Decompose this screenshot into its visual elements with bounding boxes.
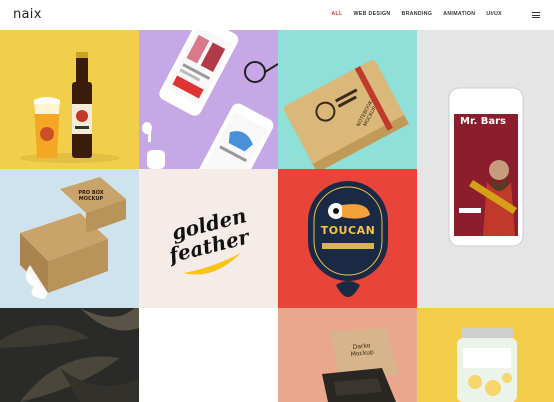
phones-mockup-image	[142, 30, 278, 169]
portfolio-item-notebook[interactable]: NOTEBOOK MOCKUP	[278, 30, 417, 169]
site-logo[interactable]: naix	[13, 7, 42, 22]
hamburger-icon[interactable]	[532, 12, 540, 18]
portfolio-item-beer[interactable]	[0, 30, 139, 169]
portfolio-item-phones[interactable]	[139, 30, 278, 169]
portfolio-grid: NOTEBOOK MOCKUP Mr. Bars PRO BOX MOCKUP	[0, 30, 554, 402]
notebook-mockup-image	[283, 59, 409, 169]
portfolio-item-darko[interactable]: Darko Mockup	[278, 308, 417, 402]
nav-item-branding[interactable]: BRANDING	[401, 11, 432, 17]
nav-item-ui-ux[interactable]: UI/UX	[486, 11, 502, 17]
nav-item-web-design[interactable]: WEB DESIGN	[354, 11, 391, 17]
pro-box-text: PRO BOX MOCKUP	[78, 190, 104, 202]
portfolio-item-leaves[interactable]	[0, 308, 139, 402]
toucan-badge-text: TOUCAN	[320, 224, 376, 237]
mr-bars-screen-title: Mr. Bars	[460, 116, 506, 127]
beer-mockup-image	[20, 52, 120, 163]
site-header: naix ALL WEB DESIGN BRANDING ANIMATION U…	[0, 0, 554, 30]
portfolio-item-toucan[interactable]: TOUCAN	[278, 169, 417, 308]
portfolio-item-mr-bars[interactable]: Mr. Bars	[417, 30, 554, 308]
jar-mockup-image	[457, 328, 517, 402]
leaves-pattern-image	[0, 308, 139, 402]
portfolio-item-pro-box[interactable]: PRO BOX MOCKUP	[0, 169, 139, 308]
portfolio-item-jar[interactable]	[417, 308, 554, 402]
toucan-badge-image	[308, 181, 388, 297]
main-nav: ALL WEB DESIGN BRANDING ANIMATION UI/UX	[331, 11, 502, 17]
mr-bars-phone-image	[448, 87, 524, 247]
portfolio-item-golden-feather[interactable]: golden feather	[139, 169, 278, 308]
pro-box-image	[20, 177, 126, 299]
nav-item-all[interactable]: ALL	[331, 11, 342, 17]
nav-item-animation[interactable]: ANIMATION	[443, 11, 475, 17]
